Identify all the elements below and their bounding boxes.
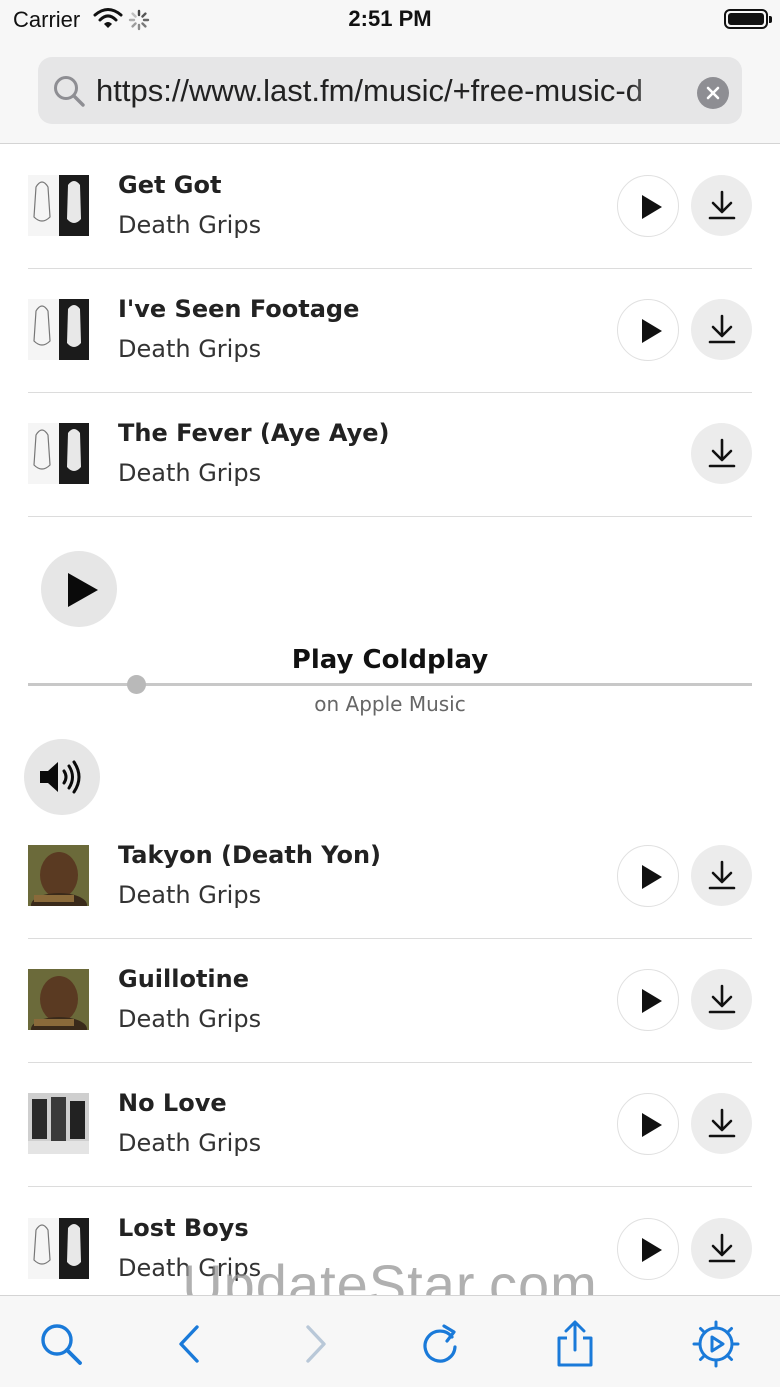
track-artist: Death Grips: [118, 211, 262, 239]
track-artist: Death Grips: [118, 335, 262, 363]
track-artist: Death Grips: [118, 881, 262, 909]
album-art: [28, 845, 89, 906]
download-button[interactable]: [691, 423, 752, 484]
track-row[interactable]: No Love Death Grips: [0, 1063, 780, 1187]
clear-url-button[interactable]: [697, 77, 729, 109]
track-row[interactable]: Lost Boys Death Grips: [0, 1188, 780, 1295]
volume-button[interactable]: [24, 739, 100, 815]
web-content: Get Got Death Grips I've Seen Footage De…: [0, 145, 780, 1295]
bottom-toolbar: [0, 1295, 780, 1387]
download-button[interactable]: [691, 175, 752, 236]
play-button[interactable]: [617, 969, 679, 1031]
download-button[interactable]: [691, 1218, 752, 1279]
play-button[interactable]: [617, 1218, 679, 1280]
album-art: [28, 969, 89, 1030]
track-title: The Fever (Aye Aye): [118, 419, 390, 447]
download-button[interactable]: [691, 969, 752, 1030]
track-artist: Death Grips: [118, 1254, 262, 1282]
download-button[interactable]: [691, 299, 752, 360]
battery-icon: [724, 9, 772, 29]
track-artist: Death Grips: [118, 1129, 262, 1157]
play-button[interactable]: [617, 1093, 679, 1155]
forward-icon[interactable]: [291, 1320, 339, 1368]
status-time: 2:51 PM: [348, 6, 432, 31]
settings-icon[interactable]: [692, 1320, 740, 1368]
track-row[interactable]: Takyon (Death Yon) Death Grips: [0, 815, 780, 939]
album-art: [28, 1218, 89, 1279]
mini-player-title: Play Coldplay: [291, 645, 489, 675]
top-bar: Carrier 2:51 PM https://www.last.fm/musi…: [0, 0, 780, 144]
reload-icon[interactable]: [416, 1320, 464, 1368]
share-icon[interactable]: [551, 1320, 599, 1368]
track-row[interactable]: Get Got Death Grips: [0, 145, 780, 269]
track-title: No Love: [118, 1089, 227, 1117]
album-art: [28, 1093, 89, 1154]
mini-player-subtitle: on Apple Music: [314, 692, 466, 716]
play-button[interactable]: [617, 175, 679, 237]
track-title: Guillotine: [118, 965, 250, 993]
track-artist: Death Grips: [118, 459, 262, 487]
back-icon[interactable]: [166, 1320, 214, 1368]
track-row[interactable]: The Fever (Aye Aye) Death Grips: [0, 393, 780, 517]
album-art: [28, 423, 89, 484]
track-title: I've Seen Footage: [118, 295, 360, 323]
address-bar[interactable]: https://www.last.fm/music/+free-music-d: [38, 57, 742, 124]
url-input[interactable]: https://www.last.fm/music/+free-music-d: [96, 57, 676, 124]
download-button[interactable]: [691, 1093, 752, 1154]
search-icon: [52, 74, 86, 112]
play-button[interactable]: [617, 299, 679, 361]
track-title: Takyon (Death Yon): [118, 841, 382, 869]
status-bar: Carrier 2:51 PM: [0, 0, 780, 40]
mini-player-play-button[interactable]: [41, 551, 117, 627]
download-button[interactable]: [691, 845, 752, 906]
search-icon[interactable]: [37, 1320, 85, 1368]
album-art: [28, 175, 89, 236]
track-row[interactable]: I've Seen Footage Death Grips: [0, 269, 780, 393]
album-art: [28, 299, 89, 360]
track-artist: Death Grips: [118, 1005, 262, 1033]
track-title: Lost Boys: [118, 1214, 249, 1242]
track-title: Get Got: [118, 171, 222, 199]
track-row[interactable]: Guillotine Death Grips: [0, 939, 780, 1063]
play-button[interactable]: [617, 845, 679, 907]
